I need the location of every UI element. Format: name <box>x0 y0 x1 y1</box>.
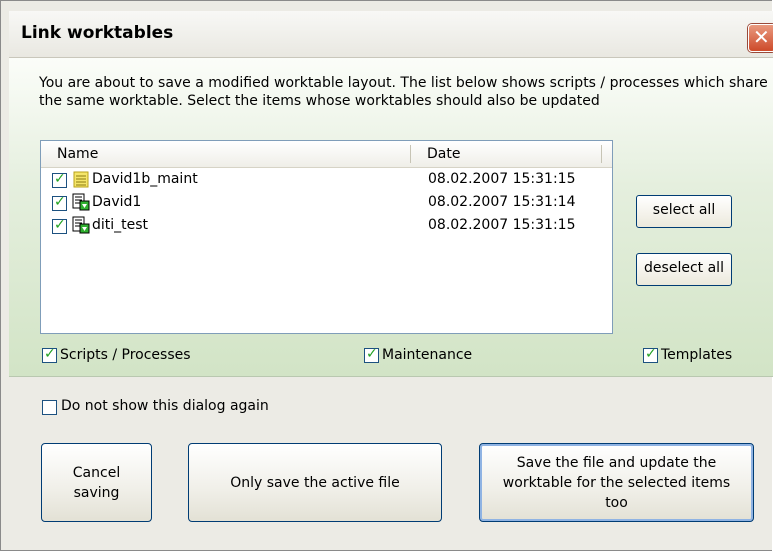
column-divider[interactable] <box>601 145 602 163</box>
maintenance-doc-icon <box>73 171 89 188</box>
save-and-update-button[interactable]: Save the file and update the worktable f… <box>479 443 754 522</box>
column-header-name[interactable]: Name <box>57 146 98 162</box>
cancel-saving-button[interactable]: Cancel saving <box>41 443 152 522</box>
check-mark-icon: ✓ <box>54 171 66 187</box>
cancel-saving-label: Cancel saving <box>72 464 121 501</box>
select-all-button[interactable]: select all <box>636 195 732 228</box>
list-item[interactable]: ✓ David1b_maint 08.02.2007 15:31:15 <box>41 168 612 192</box>
list-header: Name Date <box>41 141 612 168</box>
item-checkbox[interactable]: ✓ <box>52 217 67 234</box>
maintenance-checkbox[interactable]: ✓ <box>364 346 379 363</box>
maintenance-label: Maintenance <box>382 347 473 363</box>
close-button[interactable]: ✕ <box>748 24 773 52</box>
list-item[interactable]: ✓ diti_test 08.02.2007 15:31:15 <box>41 214 612 238</box>
link-worktables-dialog: Link worktables ✕ You are about to save … <box>0 0 773 551</box>
scripts-label: Scripts / Processes <box>60 347 191 363</box>
templates-label: Templates <box>661 347 733 363</box>
deselect-all-button[interactable]: deselect all <box>636 253 732 286</box>
dialog-title: Link worktables <box>21 23 174 43</box>
check-mark-icon: ✓ <box>54 217 66 233</box>
item-name: David1 <box>92 194 142 210</box>
item-date: 08.02.2007 15:31:15 <box>428 217 576 233</box>
script-process-icon <box>72 193 90 211</box>
templates-checkbox[interactable]: ✓ <box>643 346 658 363</box>
list-item[interactable]: ✓ David1 08.02.2007 15:31:14 <box>41 191 612 215</box>
column-divider[interactable] <box>410 145 411 163</box>
worktable-list[interactable]: Name Date ✓ David1b_maint 08.02.2007 15:… <box>40 140 613 334</box>
close-icon: ✕ <box>753 25 770 49</box>
scripts-checkbox[interactable]: ✓ <box>42 346 57 363</box>
check-mark-icon: ✓ <box>366 346 378 362</box>
check-mark-icon: ✓ <box>54 194 66 210</box>
save-and-update-label: Save the file and update the worktable f… <box>502 454 731 511</box>
description-text: You are about to save a modified worktab… <box>39 75 768 109</box>
only-save-active-label: Only save the active file <box>230 474 400 491</box>
item-date: 08.02.2007 15:31:14 <box>428 194 576 210</box>
item-checkbox[interactable]: ✓ <box>52 194 67 211</box>
script-process-icon <box>72 216 90 234</box>
title-bar[interactable]: Link worktables ✕ <box>9 11 773 58</box>
do-not-show-label: Do not show this dialog again <box>61 398 269 414</box>
selection-panel: You are about to save a modified worktab… <box>9 58 773 377</box>
column-header-date[interactable]: Date <box>427 146 460 162</box>
item-checkbox[interactable]: ✓ <box>52 171 67 188</box>
item-date: 08.02.2007 15:31:15 <box>428 171 576 187</box>
check-mark-icon: ✓ <box>645 346 657 362</box>
do-not-show-checkbox[interactable] <box>42 400 57 415</box>
item-name: David1b_maint <box>92 171 198 187</box>
item-name: diti_test <box>92 217 149 233</box>
only-save-active-button[interactable]: Only save the active file <box>188 443 442 522</box>
check-mark-icon: ✓ <box>44 346 56 362</box>
